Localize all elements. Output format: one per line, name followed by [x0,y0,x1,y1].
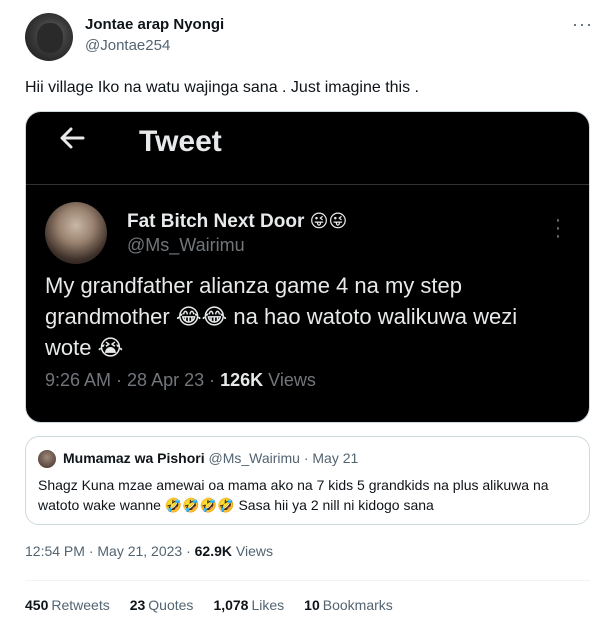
more-vertical-icon: · · · [554,209,562,247]
quotes-stat[interactable]: 23 Quotes [130,597,194,613]
inner-author-name: Fat Bitch Next Door 😜😜 [127,211,348,232]
divider [25,580,590,581]
inner-author-handle: @Ms_Wairimu [127,235,245,255]
bookmarks-stat[interactable]: 10 Bookmarks [304,597,393,613]
more-horizontal-icon[interactable]: ··· [572,14,593,35]
inner-tweet-text: My grandfather alianza game 4 na my step… [45,273,518,360]
author-handle[interactable]: @Jontae254 [85,37,170,54]
likes-stat[interactable]: 1,078 Likes [213,597,284,613]
author-name[interactable]: Jontae arap Nyongi [85,16,224,33]
inner-timestamp: 9:26 AM · 28 Apr 23 · 126K Views [45,370,316,390]
quote-author: Mumamaz wa Pishori @Ms_Wairimu · May 21 [63,450,359,466]
media-header-title: Tweet [139,125,222,158]
tweet-media-image[interactable]: Tweet Fat Bitch Next Door 😜😜 @Ms_Wairimu… [25,111,590,423]
media-divider [26,184,589,185]
author-avatar[interactable] [25,13,73,61]
quoted-tweet[interactable]: Mumamaz wa Pishori @Ms_Wairimu · May 21 … [25,436,590,525]
engagement-stats: 450 Retweets 23 Quotes 1,078 Likes 10 Bookma… [25,597,413,613]
inner-avatar [45,202,107,264]
retweets-stat[interactable]: 450 Retweets [25,597,110,613]
tweet-timestamp[interactable]: 12:54 PM · May 21, 2023 · 62.9K Views [25,543,273,559]
quote-avatar [38,450,56,468]
quote-text: Shagz Kuna mzae amewai oa mama ako na 7 … [38,477,549,513]
tweet-text: Hii village Iko na watu wajinga sana . J… [25,79,419,96]
arrow-left-icon [58,124,86,159]
